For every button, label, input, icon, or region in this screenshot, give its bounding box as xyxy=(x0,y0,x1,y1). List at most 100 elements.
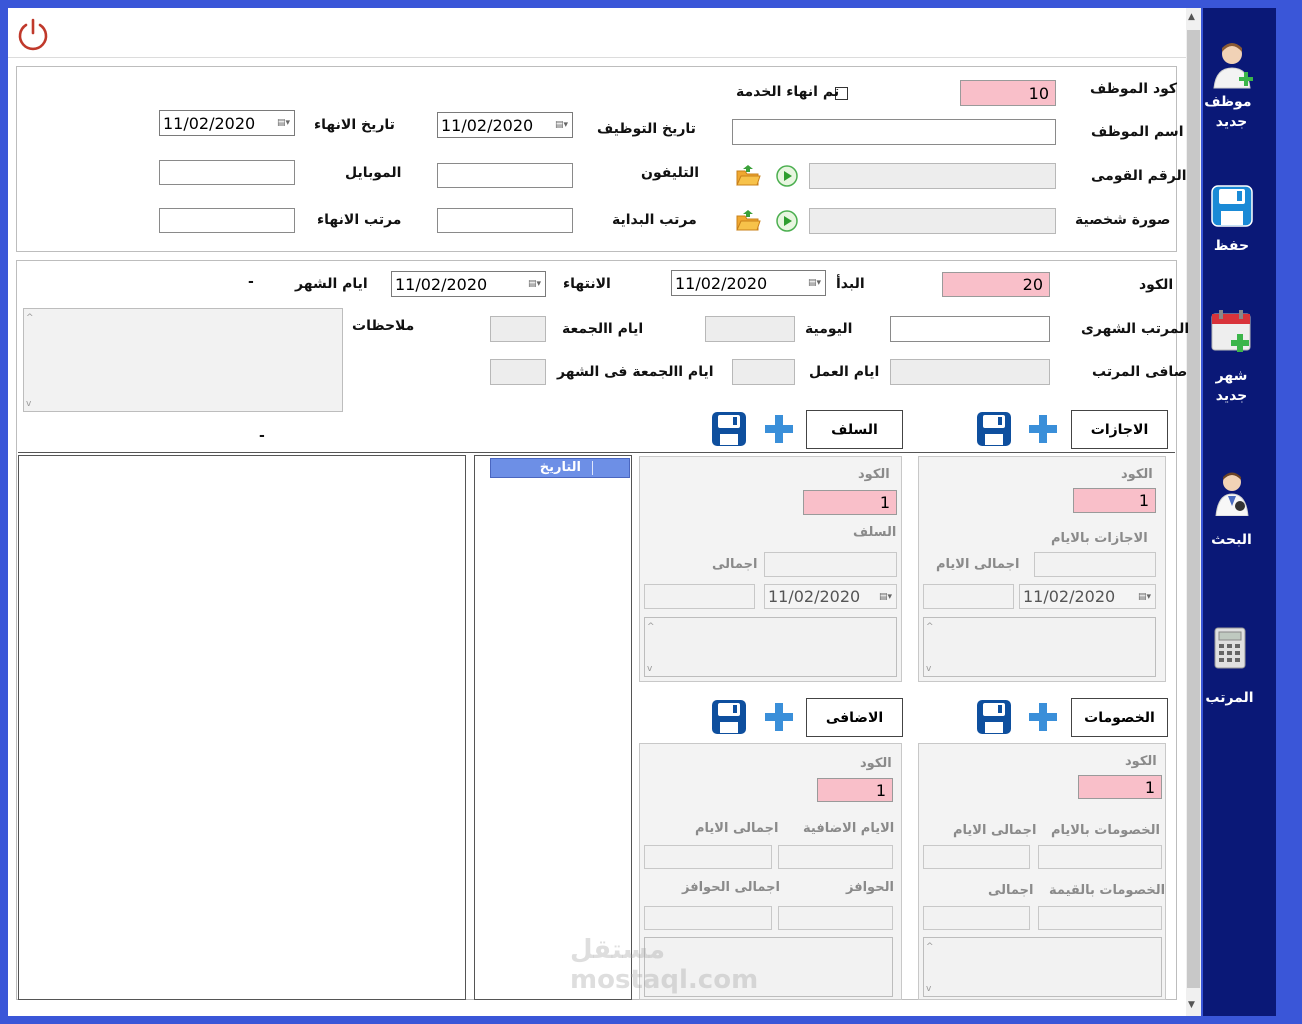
employee-name-field[interactable] xyxy=(732,119,1056,145)
month-days-label: ايام الشهر xyxy=(295,276,368,292)
scroll-down-icon[interactable]: ▼ xyxy=(1188,1000,1195,1010)
scrollbar[interactable]: ^ v xyxy=(926,620,940,674)
sidebar-item-new-employee[interactable]: موظف جديد xyxy=(1195,40,1268,132)
deductions-value-field[interactable] xyxy=(1038,906,1162,930)
sidebar-item-search[interactable]: البحث xyxy=(1195,470,1268,550)
calendar-dropdown-icon[interactable]: ▤▾ xyxy=(1138,592,1151,602)
play-icon[interactable] xyxy=(776,210,798,232)
calendar-dropdown-icon[interactable]: ▤▾ xyxy=(808,278,821,288)
watermark: مستقل mostaql.com xyxy=(570,935,759,995)
save-icon[interactable] xyxy=(975,410,1013,448)
scrollbar[interactable]: ^ v xyxy=(647,620,661,674)
notes-scrollbar[interactable]: ^ v xyxy=(26,311,40,409)
save-icon[interactable] xyxy=(710,410,748,448)
additions-extra-days-field[interactable] xyxy=(778,845,893,869)
monthly-salary-field[interactable] xyxy=(890,316,1050,342)
leaves-days-field[interactable] xyxy=(1034,552,1156,577)
deductions-notes[interactable]: ^ v xyxy=(923,937,1162,997)
calendar-dropdown-icon[interactable]: ▤▾ xyxy=(277,118,290,128)
play-icon[interactable] xyxy=(776,165,798,187)
scrollbar[interactable]: ^ v xyxy=(926,940,940,994)
calendar-dropdown-icon[interactable]: ▤▾ xyxy=(555,120,568,130)
month-end-date-value: 11/02/2020 xyxy=(395,274,488,294)
work-days-field[interactable] xyxy=(732,359,795,385)
additions-total-days-field[interactable] xyxy=(644,845,772,869)
deductions-total-days-label: اجمالى الايام xyxy=(953,823,1037,838)
deductions-days-field[interactable] xyxy=(1038,845,1162,869)
advances-button[interactable]: السلف xyxy=(806,410,903,449)
notes-textarea[interactable]: ^ v xyxy=(23,308,343,412)
add-icon[interactable] xyxy=(1026,412,1060,446)
add-icon[interactable] xyxy=(762,412,796,446)
additions-button[interactable]: الاضافى xyxy=(806,698,903,737)
fridays-field[interactable] xyxy=(490,316,546,342)
photo-field[interactable] xyxy=(809,208,1056,234)
details-list[interactable] xyxy=(18,455,466,1000)
open-folder-icon[interactable] xyxy=(735,163,761,187)
additions-total-incentives-label: اجمالى الحوافز xyxy=(682,880,780,895)
leaves-code-label: الكود xyxy=(1121,467,1153,482)
employee-code-label: كود الموظف xyxy=(1090,81,1178,97)
additions-code-label: الكود xyxy=(860,756,892,771)
advances-notes[interactable]: ^ v xyxy=(644,617,897,677)
month-code-field[interactable]: 20 xyxy=(942,272,1050,297)
additions-code-field[interactable]: 1 xyxy=(817,778,893,802)
end-date-label: تاريخ الانهاء xyxy=(314,117,395,133)
phone-field[interactable] xyxy=(437,163,573,188)
start-salary-field[interactable] xyxy=(437,208,573,233)
power-icon[interactable] xyxy=(15,16,51,52)
mobile-field[interactable] xyxy=(159,160,295,185)
national-id-field[interactable] xyxy=(809,163,1056,189)
start-salary-label: مرتب البداية xyxy=(612,212,697,228)
save-icon[interactable] xyxy=(975,698,1013,736)
monthly-salary-label: المرتب الشهرى xyxy=(1081,321,1190,337)
leaves-code-field[interactable]: 1 xyxy=(1073,488,1156,513)
calendar-dropdown-icon[interactable]: ▤▾ xyxy=(879,592,892,602)
start-date-value: 11/02/2020 xyxy=(675,273,768,293)
net-salary-field[interactable] xyxy=(890,359,1050,385)
sidebar-item-salary[interactable]: المرتب xyxy=(1193,626,1266,708)
advances-code-field[interactable]: 1 xyxy=(803,490,897,515)
end-date-picker[interactable]: 11/02/2020 ▤▾ xyxy=(159,110,295,136)
daily-field[interactable] xyxy=(705,316,795,342)
end-salary-field[interactable] xyxy=(159,208,295,233)
start-date-picker[interactable]: 11/02/2020 ▤▾ xyxy=(671,270,826,296)
calendar-dropdown-icon[interactable]: ▤▾ xyxy=(528,279,541,289)
employee-name-label: اسم الموظف xyxy=(1091,124,1184,140)
sidebar-item-new-month[interactable]: شهر جديد xyxy=(1195,308,1268,406)
advances-date-picker[interactable]: 11/02/2020 ▤▾ xyxy=(764,584,897,609)
leaves-notes[interactable]: ^ v xyxy=(923,617,1156,677)
additions-extra-days-label: الايام الاضافية xyxy=(803,821,895,836)
add-icon[interactable] xyxy=(1026,700,1060,734)
fridays-in-month-field[interactable] xyxy=(490,359,546,385)
advances-amount-field[interactable] xyxy=(764,552,897,577)
leaves-date-picker[interactable]: 11/02/2020 ▤▾ xyxy=(1019,584,1156,609)
save-icon[interactable] xyxy=(710,698,748,736)
deductions-button[interactable]: الخصومات xyxy=(1071,698,1168,737)
advances-date-value: 11/02/2020 xyxy=(768,587,861,606)
grid-header-date[interactable]: التاريخ xyxy=(540,460,581,475)
end-salary-label: مرتب الانهاء xyxy=(317,212,402,228)
dates-grid[interactable] xyxy=(474,455,632,1000)
deductions-total-field[interactable] xyxy=(923,906,1030,930)
leaves-button[interactable]: الاجازات xyxy=(1071,410,1168,449)
end-label: الانتهاء xyxy=(563,276,611,292)
hire-date-value: 11/02/2020 xyxy=(441,115,534,135)
leaves-total-days-field[interactable] xyxy=(923,584,1014,609)
add-icon[interactable] xyxy=(762,700,796,734)
hire-date-picker[interactable]: 11/02/2020 ▤▾ xyxy=(437,112,573,138)
open-folder-icon[interactable] xyxy=(735,208,761,232)
scroll-up-icon[interactable]: ▲ xyxy=(1188,12,1195,22)
additions-incentives-field[interactable] xyxy=(778,906,893,930)
additions-total-incentives-field[interactable] xyxy=(644,906,772,930)
deductions-code-label: الكود xyxy=(1125,754,1157,769)
additions-incentives-label: الحوافز xyxy=(846,880,894,895)
month-end-date-picker[interactable]: 11/02/2020 ▤▾ xyxy=(391,271,546,297)
deductions-total-days-field[interactable] xyxy=(923,845,1030,869)
deductions-code-field[interactable]: 1 xyxy=(1078,775,1162,799)
sidebar-item-save[interactable]: حفظ xyxy=(1195,184,1268,256)
advances-total-field[interactable] xyxy=(644,584,755,609)
photo-label: صورة شخصية xyxy=(1075,212,1171,228)
employee-code-field[interactable]: 10 xyxy=(960,80,1056,106)
hire-date-label: تاريخ التوظيف xyxy=(597,121,696,137)
